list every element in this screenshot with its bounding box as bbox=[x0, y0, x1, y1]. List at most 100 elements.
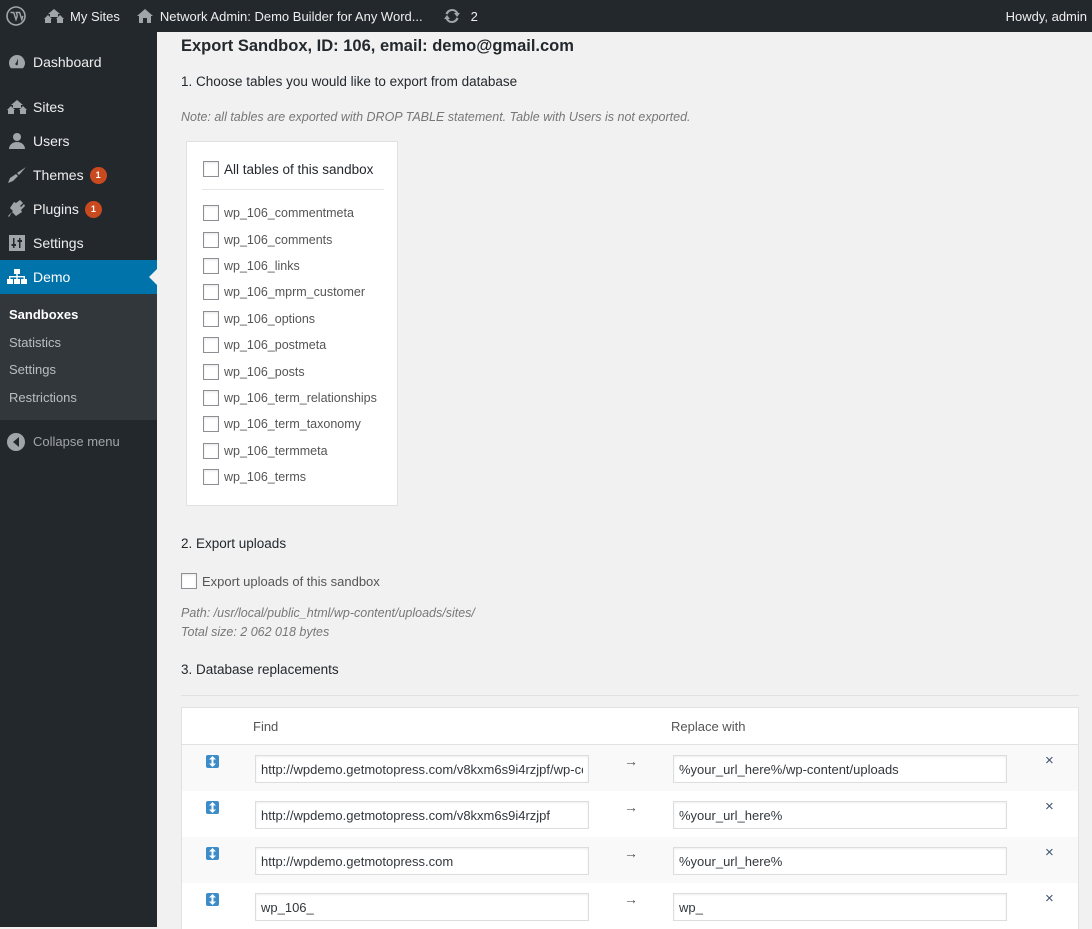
settings-icon bbox=[7, 233, 27, 253]
table-checkbox[interactable] bbox=[203, 389, 219, 406]
account-menu[interactable]: Howdy, admin bbox=[998, 0, 1092, 32]
remove-row-button[interactable]: × bbox=[1045, 798, 1054, 815]
sitemap-icon bbox=[7, 267, 27, 287]
all-tables-checkbox[interactable] bbox=[203, 161, 219, 177]
remove-row-button[interactable]: × bbox=[1045, 752, 1054, 769]
table-option[interactable]: wp_106_posts bbox=[203, 358, 377, 384]
table-name: wp_106_term_relationships bbox=[224, 390, 377, 405]
replace-input[interactable] bbox=[673, 755, 1007, 783]
table-checkbox[interactable] bbox=[203, 257, 219, 274]
collapse-label: Collapse menu bbox=[33, 434, 120, 450]
find-input[interactable] bbox=[255, 755, 589, 783]
find-column-header: Find bbox=[253, 718, 279, 734]
sidebar-label: Dashboard bbox=[33, 54, 102, 70]
table-option[interactable]: wp_106_postmeta bbox=[203, 332, 377, 358]
table-checkbox[interactable] bbox=[203, 416, 219, 433]
replacement-row: →× bbox=[182, 791, 1078, 837]
table-checkbox[interactable] bbox=[203, 363, 219, 380]
replace-input[interactable] bbox=[673, 801, 1007, 829]
table-option[interactable]: wp_106_mprm_customer bbox=[203, 279, 377, 305]
table-option[interactable]: wp_106_term_relationships bbox=[203, 385, 377, 411]
demo-submenu: Sandboxes Statistics Settings Restrictio… bbox=[0, 294, 157, 420]
updates-count: 2 bbox=[470, 8, 478, 24]
replacements-header: Find Replace with bbox=[182, 708, 1078, 745]
replacements-table: Find Replace with →×→×→×→× bbox=[181, 707, 1079, 929]
table-option[interactable]: wp_106_comments bbox=[203, 226, 377, 252]
arrow-right-icon: → bbox=[624, 753, 638, 769]
collapse-menu-button[interactable]: Collapse menu bbox=[0, 425, 157, 459]
network-admin-menu[interactable]: Network Admin: Demo Builder for Any Word… bbox=[128, 0, 431, 32]
section-db-replacements-heading: 3. Database replacements bbox=[181, 662, 339, 677]
replace-input[interactable] bbox=[673, 893, 1007, 921]
my-sites-menu[interactable]: My Sites bbox=[36, 0, 128, 32]
sidebar-item-sites[interactable]: Sites bbox=[0, 90, 157, 124]
section-choose-tables-heading: 1. Choose tables you would like to expor… bbox=[181, 74, 518, 89]
export-uploads-option[interactable]: Export uploads of this sandbox bbox=[181, 573, 380, 589]
howdy-label: Howdy, admin bbox=[1005, 8, 1087, 24]
sidebar-item-plugins[interactable]: Plugins 1 bbox=[0, 192, 157, 226]
table-name: wp_106_links bbox=[224, 258, 300, 273]
divider bbox=[181, 695, 1079, 696]
table-name: wp_106_commentmeta bbox=[224, 206, 354, 221]
arrow-right-icon: → bbox=[624, 845, 638, 861]
sidebar-item-demo[interactable]: Demo bbox=[0, 260, 157, 294]
table-checkbox[interactable] bbox=[203, 469, 219, 486]
table-option[interactable]: wp_106_terms bbox=[203, 464, 377, 490]
table-option[interactable]: wp_106_commentmeta bbox=[203, 200, 377, 226]
uploads-path: Path: /usr/local/public_html/wp-content/… bbox=[181, 606, 475, 620]
find-input[interactable] bbox=[255, 847, 589, 875]
table-name: wp_106_termmeta bbox=[224, 443, 328, 458]
table-checkbox[interactable] bbox=[203, 284, 219, 301]
sites-icon bbox=[7, 97, 27, 117]
arrow-right-icon: → bbox=[624, 891, 638, 907]
updates-button[interactable]: 2 bbox=[435, 0, 486, 32]
all-tables-option[interactable]: All tables of this sandbox bbox=[203, 161, 373, 177]
submenu-item-restrictions[interactable]: Restrictions bbox=[0, 384, 157, 412]
submenu-item-sandboxes[interactable]: Sandboxes bbox=[0, 301, 157, 329]
table-checkbox[interactable] bbox=[203, 205, 219, 222]
table-name: wp_106_comments bbox=[224, 232, 333, 247]
wordpress-logo-icon bbox=[6, 6, 26, 26]
remove-row-button[interactable]: × bbox=[1045, 890, 1054, 907]
my-sites-label: My Sites bbox=[70, 8, 120, 24]
replace-column-header: Replace with bbox=[671, 718, 746, 734]
find-input[interactable] bbox=[255, 893, 589, 921]
drag-handle-icon[interactable] bbox=[206, 801, 219, 814]
submenu-item-settings[interactable]: Settings bbox=[0, 356, 157, 384]
submenu-item-statistics[interactable]: Statistics bbox=[0, 329, 157, 357]
drag-handle-icon[interactable] bbox=[206, 847, 219, 860]
page-title: Export Sandbox, ID: 106, email: demo@gma… bbox=[181, 37, 574, 55]
table-name: wp_106_terms bbox=[224, 470, 306, 485]
remove-row-button[interactable]: × bbox=[1045, 844, 1054, 861]
table-checkbox[interactable] bbox=[203, 310, 219, 327]
table-checkbox[interactable] bbox=[203, 231, 219, 248]
themes-update-badge: 1 bbox=[89, 166, 107, 184]
table-option[interactable]: wp_106_links bbox=[203, 253, 377, 279]
replace-input[interactable] bbox=[673, 847, 1007, 875]
table-checkbox[interactable] bbox=[203, 337, 219, 354]
replacement-row: →× bbox=[182, 745, 1078, 791]
uploads-total-size: Total size: 2 062 018 bytes bbox=[181, 625, 330, 639]
table-name: wp_106_options bbox=[224, 311, 316, 326]
plugins-icon bbox=[7, 199, 27, 219]
export-uploads-checkbox[interactable] bbox=[181, 573, 197, 589]
table-checkbox[interactable] bbox=[203, 442, 219, 459]
table-option[interactable]: wp_106_term_taxonomy bbox=[203, 411, 377, 437]
drag-handle-icon[interactable] bbox=[206, 755, 219, 768]
table-option[interactable]: wp_106_options bbox=[203, 306, 377, 332]
home-icon bbox=[136, 9, 153, 23]
tables-list: wp_106_commentmeta wp_106_comments wp_106_… bbox=[203, 200, 377, 490]
admin-bar: My Sites Network Admin: Demo Builder for… bbox=[0, 0, 1092, 32]
sidebar-label: Themes bbox=[33, 167, 84, 183]
sidebar-item-dashboard[interactable]: Dashboard bbox=[0, 45, 157, 79]
sidebar-item-themes[interactable]: Themes 1 bbox=[0, 158, 157, 192]
table-option[interactable]: wp_106_termmeta bbox=[203, 438, 377, 464]
drag-handle-icon[interactable] bbox=[206, 893, 219, 906]
wordpress-logo-button[interactable] bbox=[0, 0, 36, 32]
find-input[interactable] bbox=[255, 801, 589, 829]
users-icon bbox=[7, 131, 27, 151]
sidebar-item-users[interactable]: Users bbox=[0, 124, 157, 158]
tables-box: All tables of this sandbox wp_106_commen… bbox=[186, 141, 398, 506]
admin-sidebar: Dashboard Sites Users Themes 1 Plugins 1… bbox=[0, 32, 157, 927]
sidebar-item-settings[interactable]: Settings bbox=[0, 226, 157, 260]
